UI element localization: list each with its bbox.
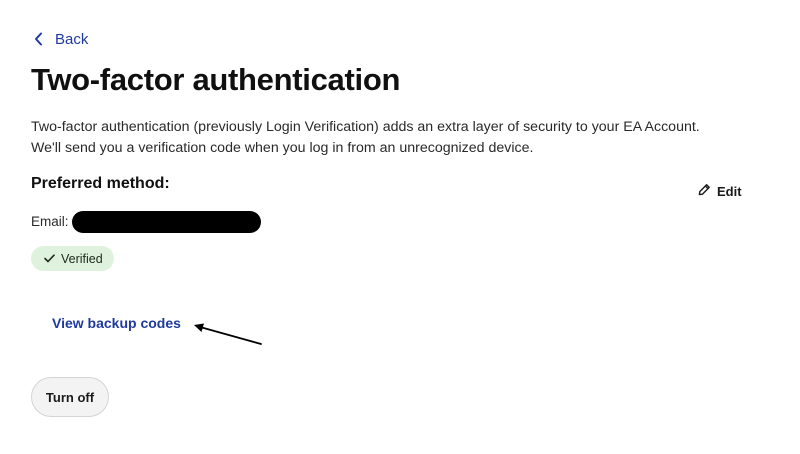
checkmark-icon xyxy=(44,252,55,266)
edit-button[interactable]: Edit xyxy=(698,181,742,201)
view-backup-codes-link[interactable]: View backup codes xyxy=(52,315,181,331)
description-line-1: Two-factor authentication (previously Lo… xyxy=(31,119,700,135)
back-label: Back xyxy=(55,30,89,48)
page-title: Two-factor authentication xyxy=(31,62,401,97)
page-description: Two-factor authentication (previously Lo… xyxy=(31,117,771,159)
arrow-icon xyxy=(194,323,262,345)
turn-off-button[interactable]: Turn off xyxy=(31,377,109,417)
back-link[interactable]: Back xyxy=(34,28,88,50)
pencil-icon xyxy=(698,183,711,199)
email-label: Email: xyxy=(31,214,69,229)
edit-label: Edit xyxy=(717,183,742,199)
email-row: Email: xyxy=(31,210,261,233)
verified-label: Verified xyxy=(61,251,103,266)
preferred-method-heading: Preferred method: xyxy=(31,175,170,192)
email-redacted-value xyxy=(71,210,261,233)
description-line-2: We'll send you a verification code when … xyxy=(31,140,534,156)
chevron-left-icon xyxy=(34,32,43,46)
verified-badge: Verified xyxy=(31,246,114,271)
